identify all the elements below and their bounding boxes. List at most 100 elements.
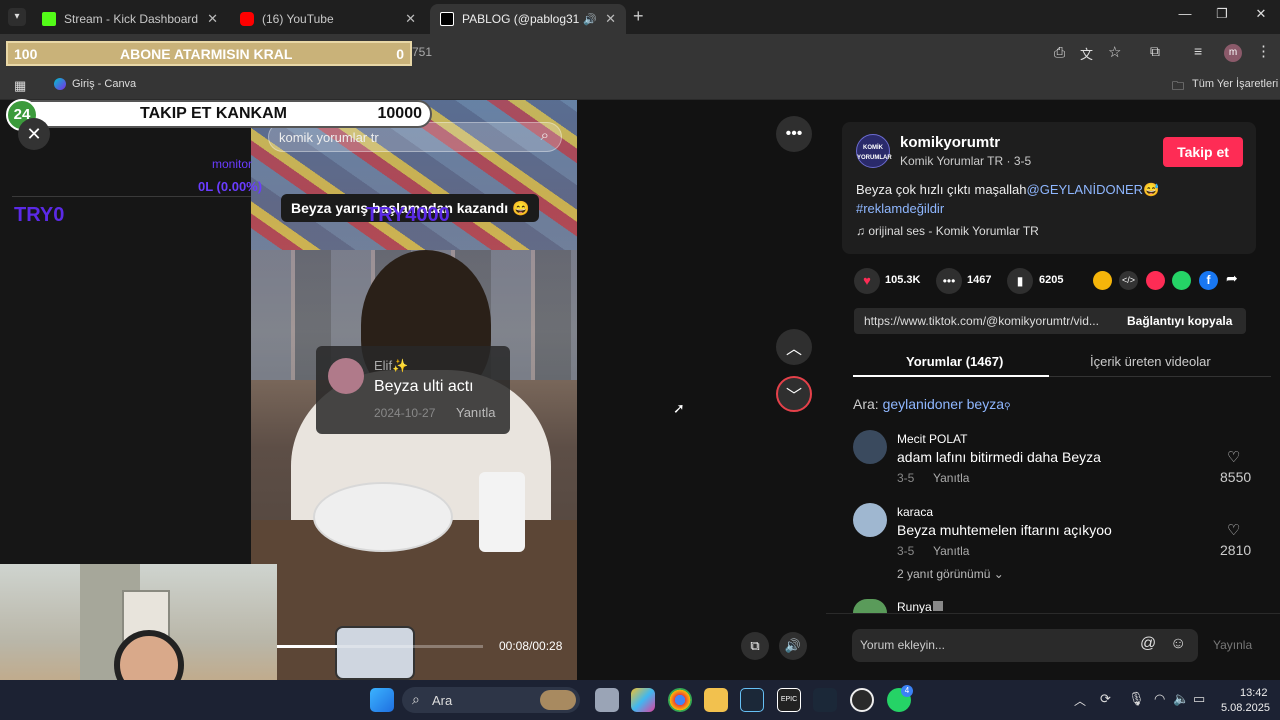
comment-user[interactable]: Runya [897,600,932,614]
bookmark-canva[interactable]: Giriş - Canva [72,78,136,90]
bookmark-star-icon[interactable]: ☆ [1108,43,1121,61]
clock-date[interactable]: 5.08.2025 [1221,702,1270,714]
repost-icon[interactable] [1093,271,1112,290]
microphone-icon[interactable]: 🎙 [1128,691,1145,707]
bookmark-icon[interactable]: ▮ [1007,268,1033,294]
close-icon[interactable]: ✕ [18,118,50,150]
hashtag-link[interactable]: #reklamdeğildir [856,201,944,216]
chevron-down-icon[interactable]: ﹀ [776,376,812,412]
comment-date: 2024-10-27 [374,406,436,420]
file-explorer-icon[interactable] [704,688,728,712]
speaker-icon[interactable]: 🔊 [583,13,597,26]
send-icon[interactable] [1146,271,1165,290]
comment-reply-link[interactable]: Yanıtla [933,544,969,558]
tab-close-icon[interactable]: ✕ [405,11,416,27]
menu-kebab-icon[interactable]: ⋮ [1256,42,1271,60]
profile-avatar[interactable]: m [1224,44,1242,62]
clock-time[interactable]: 13:42 [1240,687,1268,699]
chrome-icon[interactable] [668,688,692,712]
avatar[interactable] [853,599,887,613]
video-time: 00:08/00:28 [499,639,563,653]
copilot-icon[interactable] [631,688,655,712]
sound-row[interactable]: ♫ orijinal ses - Komik Yorumlar TR [856,224,1039,238]
comment-bubble-icon[interactable]: ••• [936,268,962,294]
comment-reply-link[interactable]: Yanıtla [456,405,496,420]
battery-icon[interactable]: ▭ [1193,691,1205,707]
post-button[interactable]: Yayınla [1213,638,1252,652]
video-yogurt-cup [479,472,525,552]
folder-icon: 🗀 [1172,79,1185,93]
comment-input-field[interactable]: Yorum ekleyin... @ ☺ [852,629,1198,662]
embed-code-icon[interactable]: </> [1119,271,1138,290]
avatar[interactable] [853,503,887,537]
video-url[interactable]: https://www.tiktok.com/@komikyorumtr/vid… [864,314,1114,328]
author-avatar[interactable]: KOMİK YORUMLAR [856,134,892,168]
address-text-fragment[interactable]: 751 [412,45,432,59]
obs-icon[interactable] [850,688,874,712]
apps-grid-icon[interactable]: ▦ [14,78,26,94]
like-heart-icon[interactable]: ♥ [854,268,880,294]
all-bookmarks[interactable]: Tüm Yer İşaretleri [1192,78,1278,90]
tab-close-icon[interactable]: ✕ [207,11,218,27]
tray-chevron-icon[interactable]: ︿ [1074,692,1086,709]
epic-games-icon[interactable]: EPIC [777,688,801,712]
install-app-icon[interactable]: ⎙ [1054,44,1065,61]
maximize-icon[interactable]: ❐ [1204,6,1240,22]
mention-at-icon[interactable]: @ [1140,635,1156,653]
whatsapp-icon[interactable] [1172,271,1191,290]
tab-comments[interactable]: Yorumlar (1467) [906,354,1003,369]
comment-reply-link[interactable]: Yanıtla [933,471,969,485]
facebook-icon[interactable]: f [1199,271,1218,290]
comment-text: Beyza ulti actı [374,378,474,395]
steam-alt-icon[interactable] [813,688,837,712]
comment-date: 3-5 [897,544,915,558]
video-progress-track[interactable] [277,645,483,648]
taskbar-search[interactable]: ⌕ Ara [402,687,580,713]
comment-user: Elif✨ [374,358,409,373]
volume-icon[interactable]: 🔊 [779,632,807,660]
windows-start-icon[interactable] [370,688,394,712]
follow-button[interactable]: Takip et [1163,137,1243,167]
comment-user[interactable]: Mecit POLAT [897,432,967,446]
video-description: Beyza çok hızlı çıktı maşallah@GEYLANİDO… [856,182,1159,198]
tab-close-icon[interactable]: ✕ [605,11,616,27]
mini-player-icon[interactable]: ⧉ [741,632,769,660]
search-input[interactable]: komik yorumlar tr [279,130,379,145]
related-search[interactable]: Ara: geylanidoner beyza⚲ [853,396,1011,412]
comment-card: Elif✨ Beyza ulti actı 2024-10-27 Yanıtla [316,346,510,434]
search-term[interactable]: geylanidoner beyza [883,396,1004,412]
search-icon[interactable]: ⌕ [541,127,549,144]
share-arrow-icon[interactable]: ➦ [1226,270,1238,287]
speaker-icon[interactable]: 🔈 [1173,691,1189,707]
video-progress-fill [277,645,337,648]
comment-user[interactable]: karaca [897,505,933,519]
tab-search-icon[interactable]: ▾ [8,8,26,26]
heart-outline-icon[interactable]: ♡ [1227,521,1240,539]
minimize-icon[interactable]: — [1167,6,1203,21]
tab-youtube[interactable]: (16) YouTube ✕ [230,4,426,34]
goal-left-value: 100 [14,46,38,62]
tab-tiktok[interactable]: PABLOG (@pablog31.1) | Ti 🔊 ✕ [430,4,626,34]
avatar[interactable] [853,430,887,464]
view-replies-button[interactable]: 2 yanıt görünümü ⌄ [897,567,1004,581]
emoji-icon[interactable]: ☺ [1170,635,1186,653]
tab-kick[interactable]: Stream - Kick Dashboard ✕ [32,4,228,34]
media-control-icon[interactable]: ≡ [1194,43,1202,59]
canva-icon [54,78,66,90]
translate-icon[interactable]: 文 [1080,44,1093,63]
task-view-icon[interactable] [595,688,619,712]
copy-link-button[interactable]: Bağlantıyı kopyala [1127,314,1232,328]
tab-creator-videos[interactable]: İçerik üreten videolar [1090,354,1211,369]
more-options-icon[interactable]: ••• [776,116,812,152]
bookmarks-bar: ▦ Giriş - Canva 🗀 Tüm Yer İşaretleri [0,72,1280,100]
new-tab-button[interactable]: + [633,6,644,27]
wifi-icon[interactable]: ◠ [1154,691,1165,707]
mention-link[interactable]: @GEYLANİDONER [1027,182,1144,197]
extensions-icon[interactable]: ⧉ [1150,43,1160,60]
steam-icon[interactable] [740,688,764,712]
sync-icon[interactable]: ⟳ [1100,691,1111,707]
close-window-icon[interactable]: ✕ [1243,6,1279,22]
author-handle[interactable]: komikyorumtr [900,134,1000,151]
heart-outline-icon[interactable]: ♡ [1227,448,1240,466]
chevron-up-icon[interactable]: ︿ [776,329,812,365]
